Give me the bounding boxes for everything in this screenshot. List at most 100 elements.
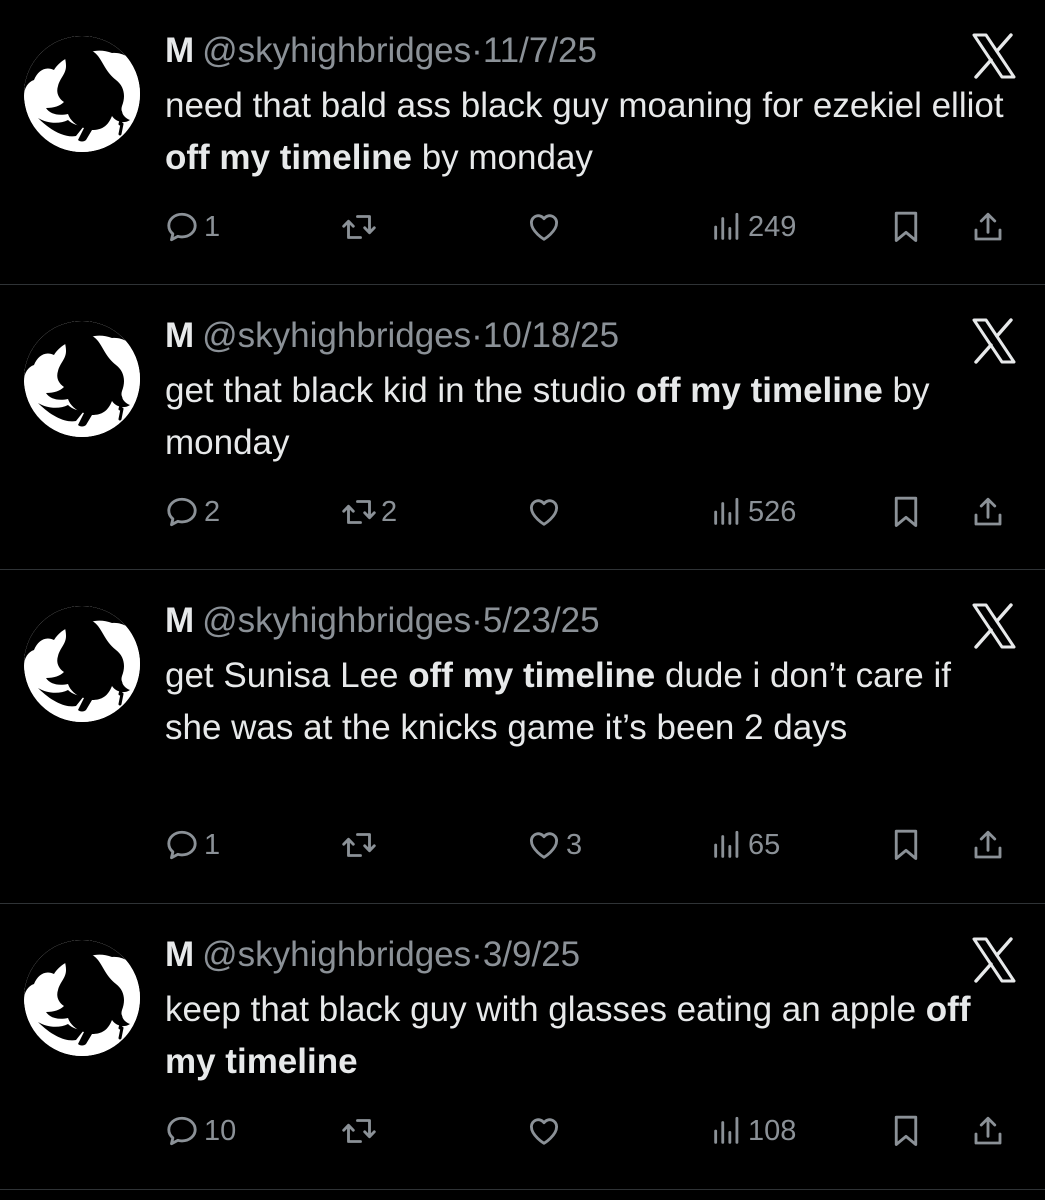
bookmark-button[interactable]: [888, 487, 924, 537]
tweet[interactable]: M @skyhighbridges·11/7/25 need that bald a…: [0, 0, 1045, 285]
bookmark-button[interactable]: [888, 820, 924, 870]
retweet-icon: [341, 209, 377, 245]
tweet-text-bold: off my timeline: [635, 371, 883, 410]
x-logo-icon: [968, 30, 1020, 82]
tweet[interactable]: M @skyhighbridges·5/23/25 get Sunisa Lee o…: [0, 570, 1045, 904]
share-button[interactable]: [970, 202, 1006, 252]
retweet-count: 2: [381, 495, 398, 528]
tweet-text-part: keep that black guy with glasses eating …: [165, 990, 926, 1029]
retweet-icon: [341, 494, 377, 530]
tweet-text-part: get that black kid in the studio: [165, 371, 636, 410]
heart-icon: [526, 209, 562, 245]
views-bar-icon: [710, 495, 744, 529]
views-button[interactable]: 65: [710, 820, 780, 870]
tweet[interactable]: M @skyhighbridges·3/9/25 keep that black g…: [0, 904, 1045, 1190]
heart-icon: [526, 827, 562, 863]
retweet-icon: [341, 1113, 377, 1149]
avatar-image: [24, 321, 140, 437]
user-handle[interactable]: @skyhighbridges: [202, 935, 471, 974]
views-button[interactable]: 108: [710, 1106, 796, 1156]
tweet-text: get that black kid in the studio off my …: [165, 365, 1015, 469]
retweet-button[interactable]: [341, 1106, 381, 1156]
view-count: 249: [748, 210, 797, 243]
tweet-text: keep that black guy with glasses eating …: [165, 984, 1015, 1088]
share-icon: [970, 827, 1006, 863]
reply-icon: [164, 1113, 200, 1149]
retweet-button[interactable]: [341, 820, 381, 870]
view-count: 108: [748, 1114, 797, 1147]
share-icon: [970, 1113, 1006, 1149]
tweet-date[interactable]: 11/7/25: [483, 31, 597, 70]
tweet-header: M @skyhighbridges·5/23/25: [165, 598, 600, 644]
bookmark-icon: [888, 827, 924, 863]
tweet-date[interactable]: 5/23/25: [483, 601, 600, 640]
x-logo-icon: [968, 315, 1020, 367]
x-logo-icon: [968, 600, 1020, 652]
like-count: 3: [566, 828, 583, 861]
views-button[interactable]: 526: [710, 487, 796, 537]
tweet[interactable]: M @skyhighbridges·10/18/25 get that black …: [0, 285, 1045, 570]
avatar-image: [24, 940, 140, 1056]
x-logo-icon: [968, 934, 1020, 986]
separator-dot: ·: [471, 31, 483, 70]
bookmark-icon: [888, 209, 924, 245]
avatar[interactable]: [24, 36, 140, 152]
user-handle[interactable]: @skyhighbridges: [202, 316, 471, 355]
tweet-text-part: by monday: [411, 138, 593, 177]
avatar[interactable]: [24, 606, 140, 722]
avatar[interactable]: [24, 321, 140, 437]
reply-button[interactable]: 2: [164, 487, 220, 537]
like-button[interactable]: [526, 1106, 566, 1156]
separator-dot: ·: [471, 316, 483, 355]
view-count: 526: [748, 495, 797, 528]
share-icon: [970, 494, 1006, 530]
bookmark-icon: [888, 1113, 924, 1149]
tweet-header: M @skyhighbridges·10/18/25: [165, 313, 619, 359]
share-button[interactable]: [970, 1106, 1006, 1156]
tweet-text-bold: off my timeline: [165, 138, 412, 177]
retweet-button[interactable]: 2: [341, 487, 397, 537]
tweet-date[interactable]: 3/9/25: [483, 935, 580, 974]
view-count: 65: [748, 828, 781, 861]
user-handle[interactable]: @skyhighbridges: [202, 601, 471, 640]
timeline-feed: M @skyhighbridges·11/7/25 need that bald a…: [0, 0, 1045, 1200]
replie-count: 10: [204, 1114, 237, 1147]
bookmark-button[interactable]: [888, 202, 924, 252]
views-button[interactable]: 249: [710, 202, 796, 252]
like-button[interactable]: 3: [526, 820, 582, 870]
tweet-text-bold: off my timeline: [408, 656, 656, 695]
tweet-text: get Sunisa Lee off my timeline dude i do…: [165, 650, 1015, 754]
bookmark-button[interactable]: [888, 1106, 924, 1156]
action-bar: 1 3 65: [0, 820, 1045, 870]
user-handle[interactable]: @skyhighbridges: [202, 31, 471, 70]
display-name[interactable]: M: [165, 601, 194, 640]
tweet-date[interactable]: 10/18/25: [483, 316, 619, 355]
reply-button[interactable]: 1: [164, 820, 220, 870]
avatar[interactable]: [24, 940, 140, 1056]
display-name[interactable]: M: [165, 935, 194, 974]
tweet-text-part: need that bald ass black guy moaning for…: [165, 86, 1004, 125]
avatar-image: [24, 606, 140, 722]
reply-button[interactable]: 1: [164, 202, 220, 252]
replie-count: 2: [204, 495, 221, 528]
heart-icon: [526, 1113, 562, 1149]
separator-dot: ·: [471, 601, 483, 640]
reply-icon: [164, 209, 200, 245]
display-name[interactable]: M: [165, 31, 194, 70]
action-bar: 10 108: [0, 1106, 1045, 1156]
retweet-button[interactable]: [341, 202, 381, 252]
tweet-text-part: get Sunisa Lee: [165, 656, 409, 695]
tweet-header: M @skyhighbridges·3/9/25: [165, 932, 580, 978]
display-name[interactable]: M: [165, 316, 194, 355]
reply-button[interactable]: 10: [164, 1106, 236, 1156]
like-button[interactable]: [526, 487, 566, 537]
replie-count: 1: [204, 828, 221, 861]
like-button[interactable]: [526, 202, 566, 252]
avatar-image: [24, 36, 140, 152]
share-button[interactable]: [970, 820, 1006, 870]
views-bar-icon: [710, 210, 744, 244]
share-button[interactable]: [970, 487, 1006, 537]
heart-icon: [526, 494, 562, 530]
reply-icon: [164, 827, 200, 863]
tweet-header: M @skyhighbridges·11/7/25: [165, 28, 597, 74]
